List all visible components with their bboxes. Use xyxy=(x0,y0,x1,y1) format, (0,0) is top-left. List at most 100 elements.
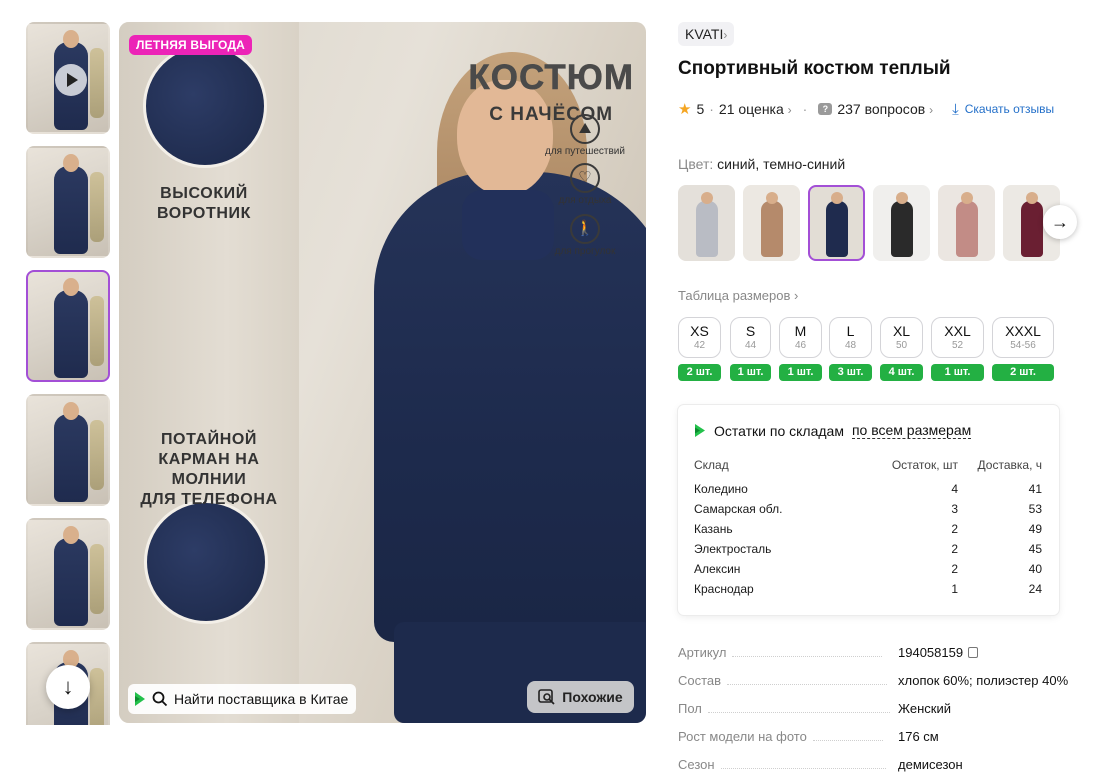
table-cell: Казань xyxy=(694,522,733,536)
thumbnail-video[interactable] xyxy=(26,22,110,134)
size-ru: 44 xyxy=(744,340,757,351)
spec-row-season: Сезон демисезон xyxy=(678,757,1098,783)
size-option-m[interactable]: M 46 1 шт. xyxy=(779,317,822,381)
column-header: Доставка, ч xyxy=(977,458,1042,472)
size-box: XXXL 54-56 xyxy=(992,317,1054,358)
table-cell: 45 xyxy=(1028,542,1042,556)
chevron-right-icon: › xyxy=(787,103,792,117)
size-ru: 48 xyxy=(844,340,857,351)
thumbnail-head xyxy=(63,154,79,172)
color-swatch-beige[interactable] xyxy=(743,185,800,261)
table-cell: Самарская обл. xyxy=(694,502,783,516)
brand-link[interactable]: KVATI› xyxy=(678,22,735,46)
thumbnail-head xyxy=(63,30,79,48)
table-row: Казань 2 49 xyxy=(694,519,1044,539)
play-icon[interactable] xyxy=(55,64,87,96)
spec-value: хлопок 60%; полиэстер 40% xyxy=(898,673,1069,688)
color-swatch-dusty-pink[interactable] xyxy=(938,185,995,261)
thumbnail-head xyxy=(63,278,79,296)
spec-value-article[interactable]: 194058159 xyxy=(898,645,979,660)
size-option-xxxl[interactable]: XXXL 54-56 2 шт. xyxy=(992,317,1054,381)
rating-row: ★ 5 · 21 оценка › · ? 237 вопросов › ⤓ С… xyxy=(678,100,1054,119)
spec-leader xyxy=(812,732,883,741)
star-icon: ★ xyxy=(678,101,692,118)
thumbnail-plant xyxy=(90,48,104,118)
size-stock-badge: 2 шт. xyxy=(992,364,1054,381)
swatch-head xyxy=(1026,192,1038,204)
table-cell: 2 xyxy=(951,522,958,536)
find-supplier-button[interactable]: Найти поставщика в Китае xyxy=(128,684,357,714)
swatch-head xyxy=(701,192,713,204)
arrow-right-icon[interactable]: → xyxy=(1043,205,1077,239)
thumbnail-figure xyxy=(54,290,88,378)
size-stock-badge: 4 шт. xyxy=(880,364,923,381)
swatch-figure xyxy=(1021,201,1043,257)
download-reviews-link[interactable]: ⤓ Скачать отзывы xyxy=(952,101,1054,118)
spec-key: Пол xyxy=(678,701,702,716)
thumbnail-plant xyxy=(90,296,104,366)
spec-row-article: Артикул 194058159 xyxy=(678,645,1098,673)
thumbnail-2[interactable] xyxy=(26,146,110,258)
thumbnail-plant xyxy=(90,544,104,614)
feature-travel-label: для путешествий xyxy=(545,146,625,157)
color-swatch-light-gray[interactable] xyxy=(678,185,735,261)
size-option-s[interactable]: S 44 1 шт. xyxy=(730,317,771,381)
copy-icon[interactable] xyxy=(968,647,979,658)
download-reviews-label: Скачать отзывы xyxy=(964,102,1055,116)
table-cell: 1 xyxy=(951,582,958,596)
size-ru: 50 xyxy=(895,340,908,351)
questions-link[interactable]: 237 вопросов › xyxy=(837,101,933,117)
spec-leader xyxy=(720,760,886,769)
main-product-image[interactable]: КОСТЮМ С НАЧЁСОМ ⛰ для путешествий ♡ для… xyxy=(119,22,646,723)
reviews-link[interactable]: 21 оценка › xyxy=(719,101,792,117)
question-icon: ? xyxy=(818,103,833,115)
size-name: L xyxy=(846,323,855,339)
similar-button[interactable]: Похожие xyxy=(527,681,634,713)
size-option-xs[interactable]: XS 42 2 шт. xyxy=(678,317,721,381)
size-box: XL 50 xyxy=(880,317,923,358)
image-search-icon xyxy=(538,689,555,705)
thumbnail-figure xyxy=(54,414,88,502)
size-option-xxl[interactable]: XXL 52 1 шт. xyxy=(931,317,984,381)
warehouse-header: Остатки по складам по всем размерам xyxy=(694,422,972,439)
color-swatch-black[interactable] xyxy=(873,185,930,261)
table-row: Алексин 2 40 xyxy=(694,559,1044,579)
size-name: XXL xyxy=(944,323,971,339)
thumbnail-5[interactable] xyxy=(26,518,110,630)
thumbnail-3-active[interactable] xyxy=(26,270,110,382)
size-box: S 44 xyxy=(730,317,771,358)
table-cell: 3 xyxy=(951,502,958,516)
table-row: Самарская обл. 3 53 xyxy=(694,499,1044,519)
warehouse-stock-card: Остатки по складам по всем размерам Скла… xyxy=(678,405,1059,615)
chevron-right-icon: › xyxy=(794,288,799,303)
column-header: Склад xyxy=(694,458,729,472)
swatch-figure xyxy=(761,201,783,257)
warehouse-scope-dropdown[interactable]: по всем размерам xyxy=(851,422,972,439)
thumbnail-4[interactable] xyxy=(26,394,110,506)
supplier-logo-icon xyxy=(135,692,145,706)
arrow-down-icon[interactable]: ↓ xyxy=(46,665,90,709)
heart-hand-icon: ♡ xyxy=(570,163,600,193)
questions-count: 237 вопросов xyxy=(837,101,926,117)
separator-dot: · xyxy=(802,101,808,117)
image-title-line1: КОСТЮМ xyxy=(468,58,634,98)
find-supplier-label: Найти поставщика в Китае xyxy=(174,691,349,707)
similar-label: Похожие xyxy=(562,689,623,705)
swatch-head xyxy=(831,192,843,204)
color-swatch-navy-selected[interactable] xyxy=(808,185,865,261)
hiking-icon: ⛰ xyxy=(570,114,600,144)
spec-key: Артикул xyxy=(678,645,727,660)
size-ru: 46 xyxy=(794,340,807,351)
table-cell: 49 xyxy=(1028,522,1042,536)
swatch-figure xyxy=(891,201,913,257)
size-option-xl[interactable]: XL 50 4 шт. xyxy=(880,317,923,381)
size-stock-badge: 1 шт. xyxy=(931,364,984,381)
size-table-link[interactable]: Таблица размеров › xyxy=(678,288,798,303)
spec-row-gender: Пол Женский xyxy=(678,701,1098,729)
thumbnail-gallery xyxy=(24,22,114,725)
swatch-figure xyxy=(956,201,978,257)
size-name: XXXL xyxy=(1005,323,1041,339)
feature-rest: ♡ для отдыха xyxy=(535,163,635,206)
warehouse-title: Остатки по складам xyxy=(714,422,844,439)
size-option-l[interactable]: L 48 3 шт. xyxy=(829,317,872,381)
